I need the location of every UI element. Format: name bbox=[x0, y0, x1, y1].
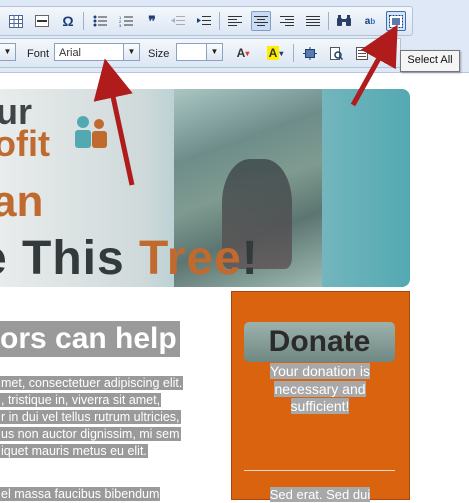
paragraph-line: r in dui vel tellus rutrum ultricies, bbox=[0, 410, 181, 424]
special-character-icon[interactable]: Ω bbox=[58, 11, 78, 31]
horizontal-rule-icon[interactable] bbox=[32, 11, 52, 31]
chevron-down-icon[interactable]: ▼ bbox=[123, 44, 139, 60]
blockquote-icon[interactable]: ❞ bbox=[142, 11, 162, 31]
table-icon[interactable] bbox=[6, 11, 26, 31]
font-value: Arial bbox=[59, 47, 82, 59]
chevron-down-icon[interactable]: ▼ bbox=[206, 44, 222, 60]
replace-icon[interactable]: ab bbox=[360, 11, 380, 31]
size-label: Size bbox=[148, 48, 170, 60]
editor-toolbar: Ω 123 ❞ ab ▼ Font Arial ▼ Size ▼ A ▾ A ▾… bbox=[0, 0, 469, 73]
style-dropdown[interactable]: ▼ bbox=[0, 43, 16, 61]
text-color-icon[interactable]: A ▾ bbox=[230, 43, 256, 63]
font-dropdown[interactable]: Arial ▼ bbox=[54, 43, 140, 61]
bulleted-list-icon[interactable] bbox=[90, 11, 110, 31]
content-paragraph-2: el massa faucibus bibendum bbox=[0, 486, 217, 503]
numbered-list-icon[interactable]: 123 bbox=[116, 11, 136, 31]
paragraph-line: el massa faucibus bibendum bbox=[0, 487, 161, 501]
banner-headline: e This Tree! bbox=[0, 232, 259, 285]
svg-text:3: 3 bbox=[119, 23, 122, 27]
donate-button[interactable]: Donate bbox=[244, 322, 395, 362]
toolbar-row-1: Ω 123 ❞ ab bbox=[0, 6, 413, 36]
banner-logo-line2: ofit bbox=[0, 123, 50, 164]
outdent-icon[interactable] bbox=[168, 11, 188, 31]
preview-icon[interactable] bbox=[326, 43, 346, 63]
align-justify-icon[interactable] bbox=[303, 11, 323, 31]
select-all-tooltip: Select All bbox=[400, 50, 460, 72]
paragraph-line: iquet mauris metus eu elit. bbox=[0, 444, 148, 458]
document-icon[interactable] bbox=[352, 43, 372, 63]
people-icon bbox=[75, 116, 107, 148]
background-color-icon[interactable]: A ▾ bbox=[262, 43, 288, 63]
font-label: Font bbox=[27, 48, 50, 60]
toolbar-row-2: ▼ Font Arial ▼ Size ▼ A ▾ A ▾ bbox=[0, 38, 401, 68]
find-binoculars-icon[interactable] bbox=[334, 11, 354, 31]
indent-icon[interactable] bbox=[194, 11, 214, 31]
donate-sidebar: Donate Your donation is necessary and su… bbox=[231, 291, 410, 502]
donate-text: Your donation is necessary and sufficien… bbox=[270, 363, 370, 414]
size-dropdown[interactable]: ▼ bbox=[176, 43, 223, 61]
content-paragraph: met, consectetuer adipiscing elit. , tri… bbox=[0, 375, 217, 460]
banner-image: ur ofit an e This Tree! bbox=[0, 89, 410, 287]
align-center-icon[interactable] bbox=[251, 11, 271, 31]
paragraph-line: us non auctor dignissim, mi sem bbox=[0, 427, 181, 441]
divider bbox=[244, 470, 395, 471]
paragraph-line: met, consectetuer adipiscing elit. bbox=[0, 376, 184, 390]
banner-orange-text: an bbox=[0, 177, 44, 226]
select-all-button[interactable] bbox=[386, 11, 406, 31]
content-heading: ors can help bbox=[0, 321, 180, 357]
paragraph-line: , tristique in, viverra sit amet, bbox=[0, 393, 162, 407]
align-left-icon[interactable] bbox=[225, 11, 245, 31]
align-right-icon[interactable] bbox=[277, 11, 297, 31]
donate-footer-text: Sed erat. Sed dui bbox=[269, 487, 371, 502]
maximize-icon[interactable] bbox=[300, 43, 320, 63]
